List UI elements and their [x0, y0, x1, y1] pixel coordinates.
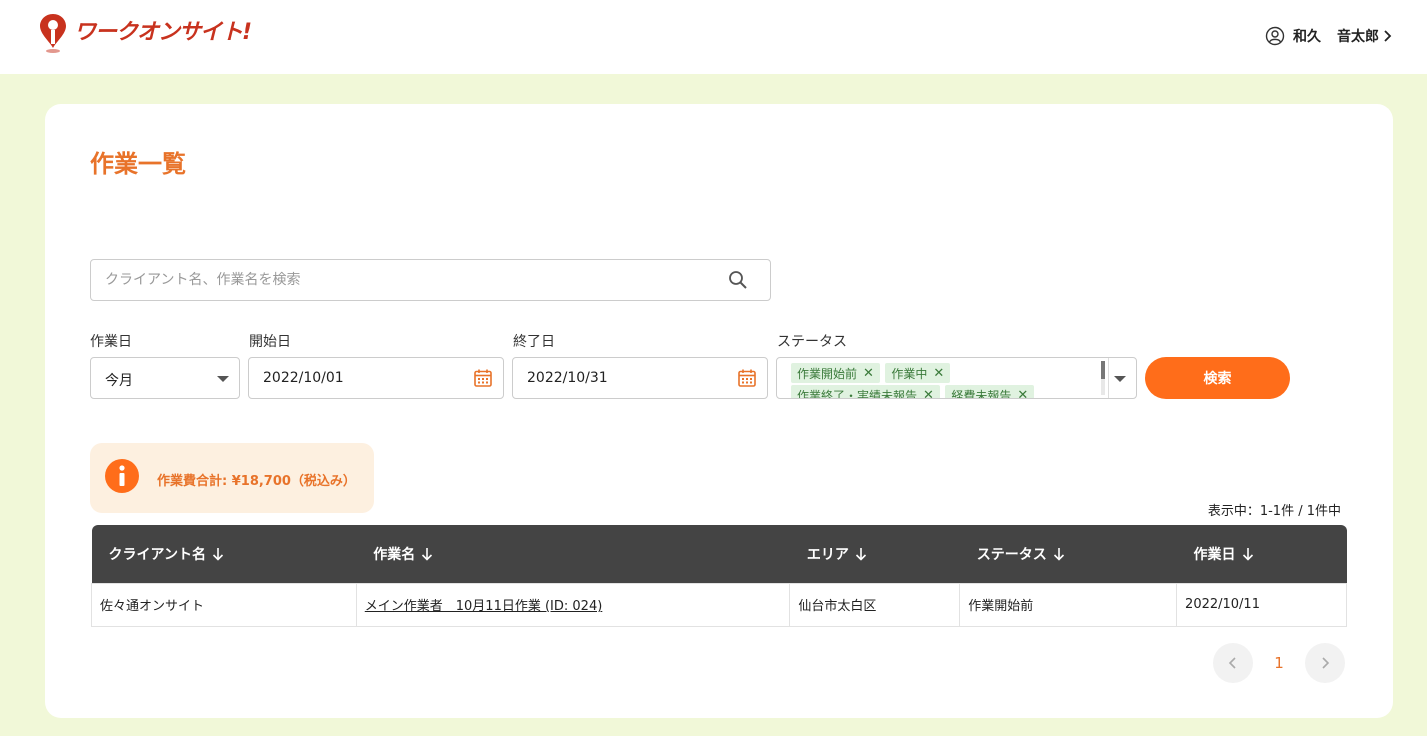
status-chip-label: 作業終了・実績未報告	[797, 388, 918, 399]
divider	[1108, 358, 1109, 398]
status-chip-label: 経費未報告	[951, 388, 1012, 399]
caret-down-icon[interactable]	[1114, 376, 1126, 382]
page-title: 作業一覧	[90, 150, 186, 178]
work-date-label: 作業日	[90, 334, 132, 350]
calendar-icon[interactable]	[473, 368, 493, 388]
user-circle-icon	[1265, 26, 1285, 46]
total-cost-text: 作業費合計: ¥18,700（税込み）	[157, 474, 356, 489]
location-pin-logo-icon	[40, 14, 66, 53]
info-icon	[105, 459, 139, 493]
work-date-select[interactable]: 今月	[90, 357, 240, 399]
user-given-name: 音太郎	[1337, 29, 1379, 45]
arrow-down-icon	[855, 547, 866, 561]
status-chips: 作業開始前 ✕ 作業中 ✕ 作業終了・実績未報告 ✕ 経費未報告 ✕	[791, 362, 1091, 399]
search-box[interactable]	[90, 259, 771, 301]
status-label: ステータス	[777, 334, 847, 350]
calendar-icon[interactable]	[737, 368, 757, 388]
column-header-label: 作業名	[373, 546, 416, 563]
arrow-down-icon	[212, 547, 224, 561]
chevron-right-icon	[1384, 30, 1392, 42]
cell-area: 仙台市太白区	[789, 582, 961, 627]
chevron-right-icon	[1322, 657, 1330, 669]
table-row: 佐々通オンサイト メイン作業者 10月11日作業 (ID: 024) 仙台市太白…	[91, 582, 1347, 627]
brand-name: ワークオンサイト!	[74, 20, 252, 45]
column-header-label: エリア	[806, 546, 849, 563]
column-header-status[interactable]: ステータス	[960, 525, 1177, 583]
status-chip[interactable]: 作業終了・実績未報告 ✕	[791, 385, 940, 399]
user-family-name: 和久	[1293, 29, 1321, 45]
current-page[interactable]: 1	[1253, 654, 1305, 672]
start-date-field[interactable]: 2022/10/01	[248, 357, 504, 399]
total-cost-box: 作業費合計: ¥18,700（税込み）	[90, 443, 374, 513]
cell-status: 作業開始前	[959, 582, 1178, 627]
cell-client: 佐々通オンサイト	[91, 582, 357, 627]
status-chip[interactable]: 作業開始前 ✕	[791, 363, 880, 383]
status-scrollbar[interactable]	[1101, 361, 1105, 395]
start-date-label: 開始日	[249, 334, 291, 350]
status-chip[interactable]: 作業中 ✕	[885, 363, 951, 383]
cell-work: メイン作業者 10月11日作業 (ID: 024)	[355, 582, 791, 627]
arrow-down-icon	[422, 547, 433, 561]
column-header-date[interactable]: 作業日	[1177, 525, 1347, 583]
close-icon[interactable]: ✕	[923, 388, 934, 399]
prev-page-button[interactable]	[1213, 643, 1253, 683]
pagination: 1	[1213, 643, 1345, 683]
column-header-label: ステータス	[976, 546, 1047, 563]
app-header: ワークオンサイト! 和久 音太郎	[0, 0, 1427, 74]
work-date-value: 今月	[105, 373, 133, 389]
table-header-row: クライアント名 作業名 エリア ステータス 作業日	[91, 525, 1347, 583]
close-icon[interactable]: ✕	[1017, 388, 1028, 399]
column-header-label: 作業日	[1193, 546, 1236, 563]
caret-down-icon	[217, 376, 229, 382]
end-date-label: 終了日	[513, 334, 555, 350]
status-multiselect[interactable]: 作業開始前 ✕ 作業中 ✕ 作業終了・実績未報告 ✕ 経費未報告 ✕	[776, 357, 1137, 399]
user-menu[interactable]: 和久 音太郎	[1265, 26, 1393, 46]
scrollbar-thumb[interactable]	[1101, 361, 1105, 379]
brand-logo[interactable]: ワークオンサイト!	[38, 12, 252, 54]
status-chip-label: 作業中	[891, 366, 928, 381]
column-header-work[interactable]: 作業名	[356, 525, 790, 583]
work-table: クライアント名 作業名 エリア ステータス 作業日 佐々通オンサイト メイン作業…	[91, 525, 1347, 627]
main-card: 作業一覧 作業日 今月 開始日 2022/10/01 終了日 2022/10/3…	[45, 104, 1393, 718]
close-icon[interactable]: ✕	[933, 366, 944, 381]
status-chip[interactable]: 経費未報告 ✕	[945, 385, 1035, 399]
end-date-value: 2022/10/31	[527, 370, 608, 386]
arrow-down-icon	[1053, 547, 1064, 561]
search-input[interactable]	[105, 260, 705, 300]
close-icon[interactable]: ✕	[863, 366, 874, 381]
cell-date: 2022/10/11	[1176, 582, 1347, 627]
next-page-button[interactable]	[1305, 643, 1345, 683]
search-button[interactable]: 検索	[1145, 357, 1290, 399]
chevron-left-icon	[1228, 657, 1236, 669]
search-icon[interactable]	[728, 270, 748, 290]
column-header-area[interactable]: エリア	[790, 525, 960, 583]
end-date-field[interactable]: 2022/10/31	[512, 357, 768, 399]
column-header-client[interactable]: クライアント名	[92, 525, 357, 583]
arrow-down-icon	[1242, 547, 1253, 561]
work-link[interactable]: メイン作業者 10月11日作業 (ID: 024)	[365, 599, 603, 614]
result-count: 表示中：1-1件 / 1件中	[1207, 504, 1341, 519]
start-date-value: 2022/10/01	[263, 370, 344, 386]
status-chip-label: 作業開始前	[797, 366, 858, 381]
column-header-label: クライアント名	[108, 546, 206, 563]
